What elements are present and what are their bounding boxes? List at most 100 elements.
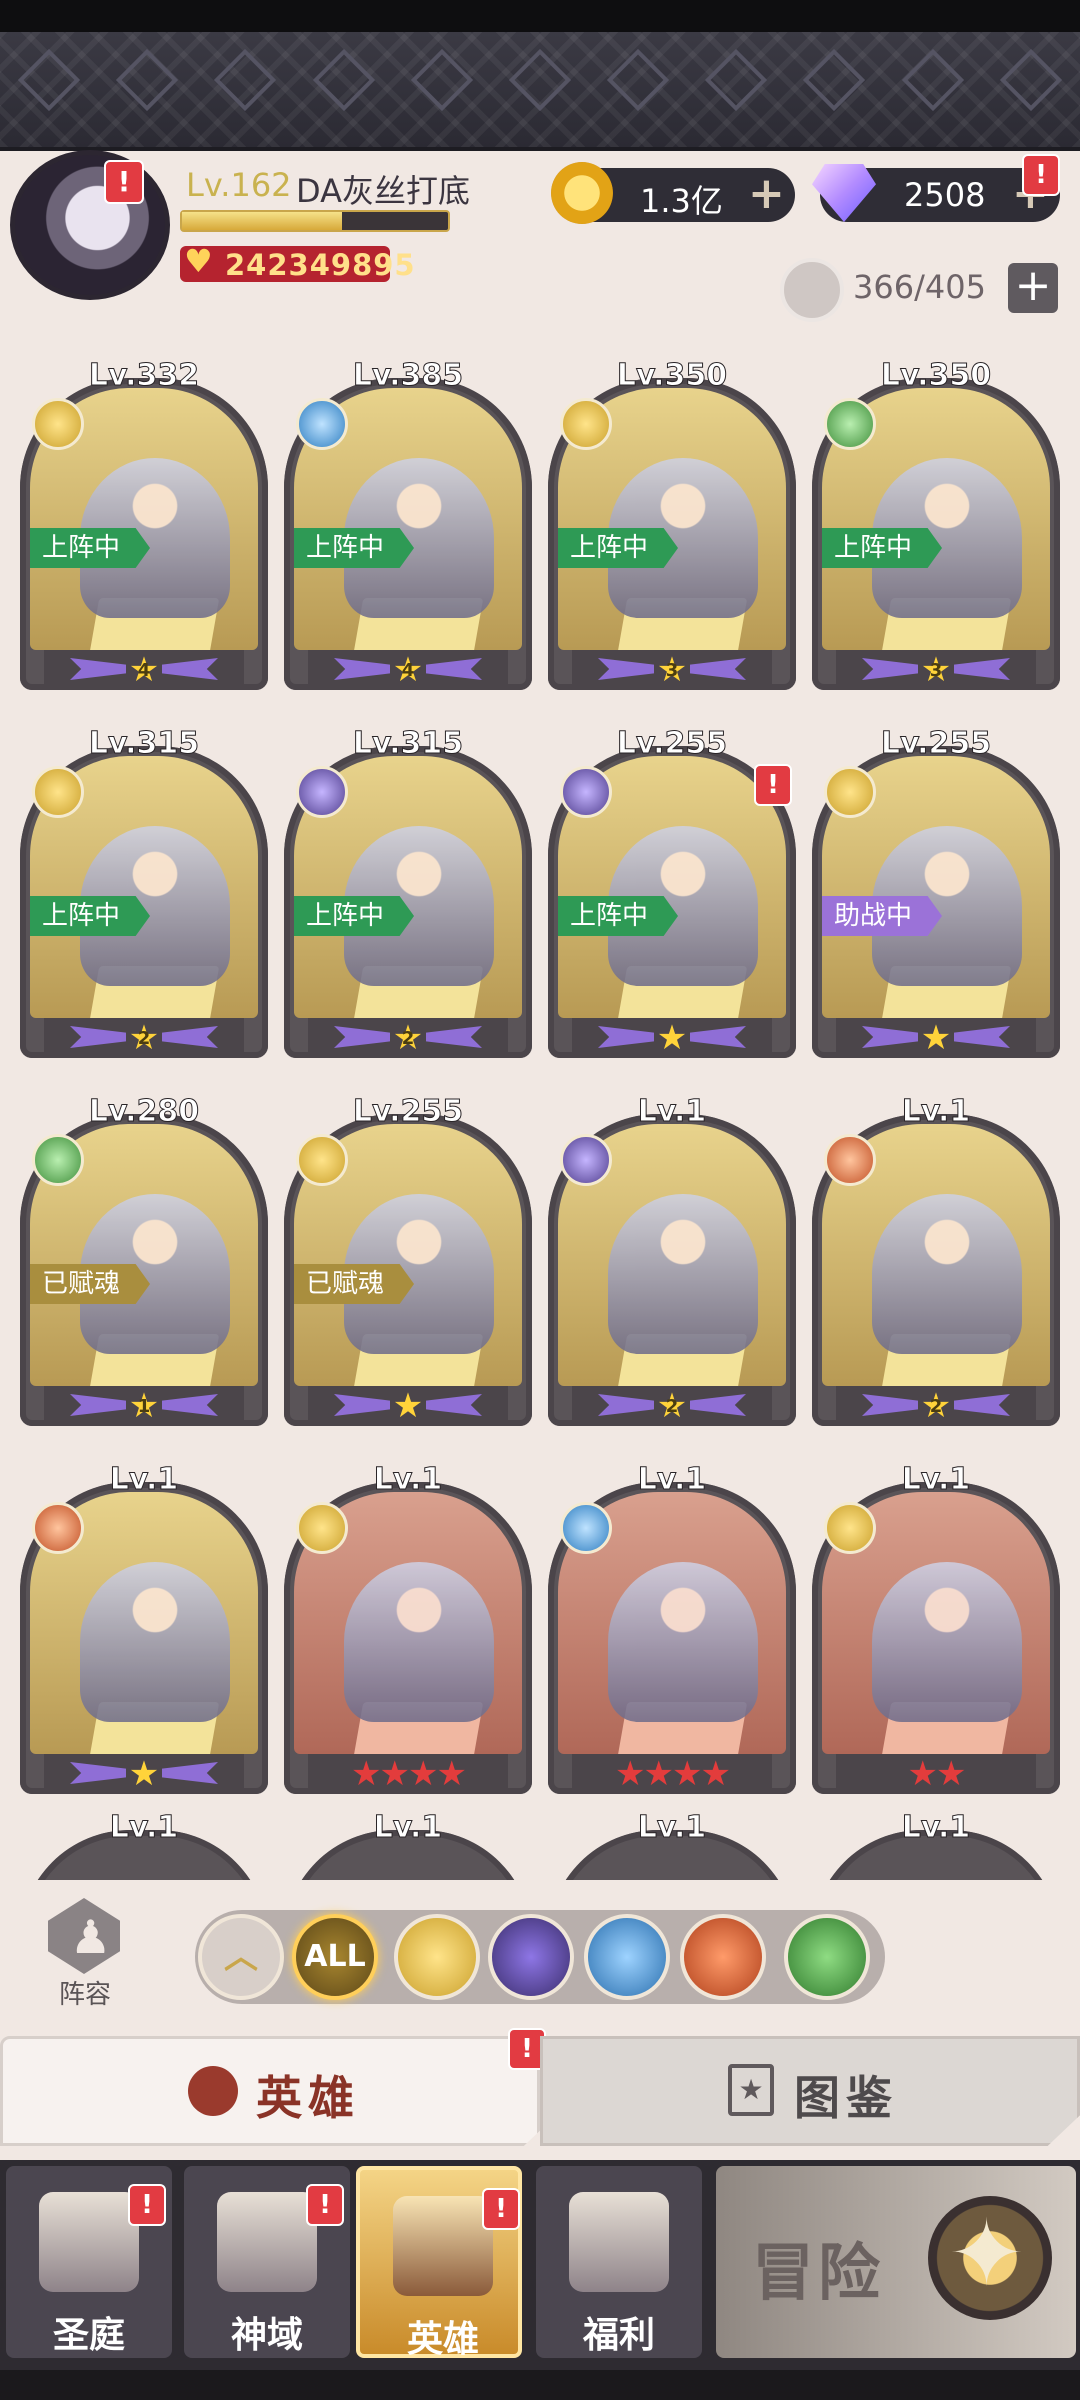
faction-purple-icon (296, 766, 348, 818)
hero-status-tag: 上阵中 (822, 528, 943, 568)
filter-all-button[interactable]: ALL (292, 1914, 378, 2000)
hero-capacity: 366/405 (853, 268, 986, 306)
nav-label: 圣庭 (52, 2315, 125, 2356)
nav-label: 神域 (230, 2315, 303, 2356)
hero-portrait (608, 1194, 758, 1354)
player-level: Lv.162 (186, 166, 292, 204)
gem-alert-badge: ! (1022, 154, 1060, 196)
red-stars: ★★★★ (351, 1754, 467, 1794)
hero-card[interactable]: Lv.280 已赋魂 ★ 1 (20, 1094, 268, 1426)
filter-up-button[interactable]: ︿ (198, 1914, 284, 2000)
hero-level: Lv.1 (109, 1462, 179, 1498)
tab-hero-label: 英雄 (256, 2071, 360, 2125)
hero-card[interactable]: Lv.1 ★ (20, 1462, 268, 1794)
exp-bar (180, 210, 450, 232)
faction-gold-icon (824, 1502, 876, 1554)
star-count: 2 (137, 1028, 151, 1049)
hero-card[interactable]: Lv.350 上阵中 ★ 3 (548, 358, 796, 690)
hero-level: Lv.332 (88, 358, 200, 394)
nav-welfare[interactable]: 福利 (536, 2166, 702, 2358)
nav-sanctuary[interactable]: 圣庭! (6, 2166, 172, 2358)
star-count: 3 (665, 660, 679, 681)
faction-purple-icon (560, 1134, 612, 1186)
star-count: 4 (137, 660, 151, 681)
hero-portrait (872, 1562, 1022, 1722)
filter-holy-button[interactable] (584, 1914, 670, 2000)
hero-card[interactable]: Lv.315 上阵中 ★ 2 (20, 726, 268, 1058)
filter-nature-button[interactable] (784, 1914, 870, 2000)
hero-card[interactable]: Lv.1 (284, 1810, 532, 1880)
star-count: 1 (137, 1396, 151, 1417)
hero-card[interactable]: Lv.1 (812, 1810, 1060, 1880)
hero-card[interactable]: Lv.1 ★ 2 (548, 1094, 796, 1426)
hero-level: Lv.315 (88, 726, 200, 762)
hero-portrait (344, 1562, 494, 1722)
star-count: 2 (929, 1396, 943, 1417)
faction-blue-icon (560, 1502, 612, 1554)
player-avatar[interactable] (10, 150, 170, 300)
nav-divine-realm-icon (217, 2192, 317, 2292)
filter-light-button[interactable] (394, 1914, 480, 2000)
nav-divine-realm[interactable]: 神域! (184, 2166, 350, 2358)
heart-gem-icon: ♥ (184, 242, 213, 280)
filter-dark-button[interactable] (488, 1914, 574, 2000)
gem-amount: 2508 (904, 176, 986, 214)
hero-status-tag: 上阵中 (30, 896, 151, 936)
hero-level: Lv.1 (901, 1094, 971, 1130)
hero-level: Lv.1 (637, 1810, 707, 1846)
filter-beast-button[interactable] (680, 1914, 766, 2000)
star-count: 2 (401, 1028, 415, 1049)
hero-card[interactable]: Lv.1 ★★ (812, 1462, 1060, 1794)
tab-codex-label: 图鉴 (794, 2071, 898, 2125)
hero-level: Lv.1 (373, 1462, 443, 1498)
hero-card[interactable]: Lv.1 ★★★★ (284, 1462, 532, 1794)
hero-card[interactable]: Lv.1 (20, 1810, 268, 1880)
status-bar (0, 0, 1080, 32)
hero-level: Lv.1 (901, 1462, 971, 1498)
hero-status-tag: 上阵中 (558, 896, 679, 936)
hero-level: Lv.280 (88, 1094, 200, 1130)
red-stars: ★★★★ (615, 1754, 731, 1794)
nav-heroes[interactable]: 英雄! (356, 2166, 522, 2360)
hero-level: Lv.1 (637, 1094, 707, 1130)
hero-level: Lv.385 (352, 358, 464, 394)
hero-card[interactable]: Lv.1 (548, 1810, 796, 1880)
partial-hero-row: Lv.1 Lv.1 Lv.1 Lv.1 (0, 1810, 1080, 1880)
avatar-alert-badge: ! (104, 160, 144, 204)
hero-portrait (872, 1194, 1022, 1354)
star-icon: ★ (392, 1386, 424, 1426)
hero-card[interactable]: Lv.1 ★★★★ (548, 1462, 796, 1794)
faction-orange-icon (32, 1502, 84, 1554)
hero-level: Lv.255 (616, 726, 728, 762)
lineup-label: 阵容 (58, 1980, 111, 2010)
hero-status-tag: 已赋魂 (30, 1264, 151, 1304)
exp-bar-fill (182, 212, 342, 230)
expand-capacity-button[interactable]: + (1008, 263, 1058, 313)
nav-alert-badge: ! (482, 2188, 520, 2230)
nav-heroes-icon (393, 2196, 493, 2296)
gold-amount: 1.3亿 (640, 182, 723, 220)
hero-card[interactable]: Lv.385 上阵中 ★ 4 (284, 358, 532, 690)
hero-card[interactable]: Lv.255 上阵中 ★! (548, 726, 796, 1058)
gold-coin-icon (551, 162, 613, 224)
nav-alert-badge: ! (306, 2184, 344, 2226)
hero-card[interactable]: Lv.350 上阵中 ★ 3 (812, 358, 1060, 690)
faction-gold-icon (32, 398, 84, 450)
red-stars: ★★ (907, 1754, 967, 1794)
hero-card[interactable]: Lv.315 上阵中 ★ 2 (284, 726, 532, 1058)
hero-card[interactable]: Lv.332 上阵中 ★ 4 (20, 358, 268, 690)
faction-gold-icon (296, 1502, 348, 1554)
hero-card[interactable]: Lv.1 ★ 2 (812, 1094, 1060, 1426)
faction-green-icon (824, 398, 876, 450)
lineup-button[interactable]: ♟ 阵容 (30, 1898, 140, 2010)
hero-card[interactable]: Lv.255 已赋魂 ★ (284, 1094, 532, 1426)
hero-level: Lv.1 (901, 1810, 971, 1846)
hero-portrait (80, 1562, 230, 1722)
add-gold-button[interactable]: + (748, 168, 785, 219)
star-count: 2 (665, 1396, 679, 1417)
player-name: DA灰丝打底 (296, 172, 470, 210)
nav-label: 英雄 (406, 2319, 479, 2360)
hero-card[interactable]: Lv.255 助战中 ★ (812, 726, 1060, 1058)
compass-star-glyph: ✦ (948, 2200, 1026, 2307)
hero-status-tag: 上阵中 (30, 528, 151, 568)
